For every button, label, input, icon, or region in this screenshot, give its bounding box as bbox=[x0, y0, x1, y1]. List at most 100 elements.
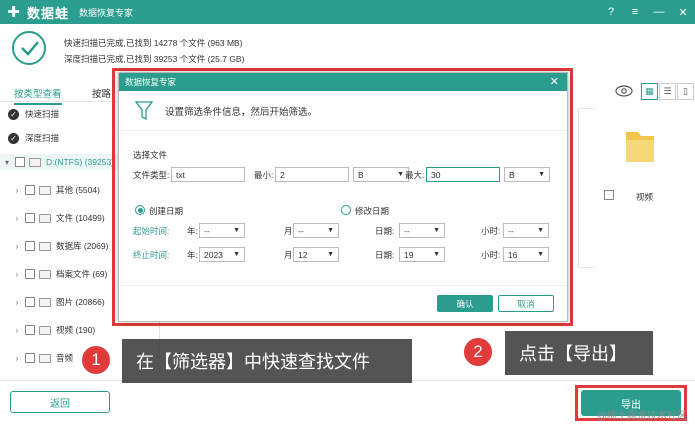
chevron-down-icon[interactable]: ▾ bbox=[2, 158, 12, 167]
min-size-input[interactable]: 2 bbox=[275, 167, 349, 182]
start-day-select[interactable]: -- ▼ bbox=[399, 223, 445, 238]
step-badge: 1 bbox=[80, 344, 112, 376]
deep-scan-status: 深度扫描已完成,已找到 39253 个文件 (25.7 GB) bbox=[64, 54, 245, 64]
title-bar: ✚ 数据蛙 数据恢复专家 ? ≡ — ✕ bbox=[0, 0, 695, 24]
drive-icon bbox=[29, 157, 41, 167]
tab-by-path[interactable]: 按路 bbox=[92, 86, 111, 100]
file-type-input[interactable]: txt bbox=[171, 167, 245, 182]
item-checkbox[interactable] bbox=[25, 297, 35, 307]
chevron-down-icon: ▼ bbox=[397, 171, 404, 178]
tree-item[interactable]: › 音频 bbox=[12, 352, 73, 364]
start-day-value: -- bbox=[404, 225, 410, 236]
tree-label: 深度扫描 bbox=[25, 133, 60, 143]
view-mode-buttons: ▦ ☰ ▯ bbox=[615, 80, 695, 102]
app-title: 数据恢复专家 bbox=[79, 7, 134, 18]
detail-view-icon[interactable]: ▯ bbox=[677, 82, 694, 100]
start-month-select[interactable]: -- ▼ bbox=[293, 223, 339, 238]
cancel-button[interactable]: 取消 bbox=[498, 295, 554, 312]
item-checkbox[interactable] bbox=[25, 241, 35, 251]
start-year-select[interactable]: -- ▼ bbox=[199, 223, 245, 238]
callout-text: 点击【导出】 bbox=[519, 344, 627, 364]
list-view-icon[interactable]: ☰ bbox=[659, 82, 676, 100]
tree-item[interactable]: › 其他 (5504) bbox=[12, 184, 100, 196]
tree-deep-scan[interactable]: ✓ 深度扫描 bbox=[8, 132, 59, 144]
scan-complete-icon bbox=[12, 31, 46, 65]
created-date-radio[interactable] bbox=[135, 205, 145, 215]
section-label: 选择文件 bbox=[133, 150, 168, 160]
confirm-button[interactable]: 确认 bbox=[437, 295, 493, 312]
eye-icon[interactable] bbox=[615, 85, 633, 97]
day-label: 日期: bbox=[375, 226, 395, 236]
chevron-right-icon[interactable]: › bbox=[12, 326, 22, 335]
dialog-title: 数据恢复专家 bbox=[125, 77, 177, 87]
tree-item[interactable]: › 数据库 (2069) bbox=[12, 240, 108, 252]
tree-item[interactable]: › 档案文件 (69) bbox=[12, 268, 107, 280]
audio-icon bbox=[39, 353, 51, 363]
year-label: 年: bbox=[187, 250, 198, 260]
dialog-header-text: 设置筛选条件信息，然后开始筛选。 bbox=[165, 106, 318, 118]
document-icon bbox=[39, 213, 51, 223]
check-icon: ✓ bbox=[8, 108, 19, 120]
tile-checkbox[interactable] bbox=[604, 190, 614, 200]
item-checkbox[interactable] bbox=[25, 213, 35, 223]
max-unit-select[interactable]: B ▼ bbox=[504, 167, 550, 182]
close-icon[interactable]: ✕ bbox=[550, 75, 559, 88]
max-unit-value: B bbox=[509, 169, 515, 180]
end-month-select[interactable]: 12 ▼ bbox=[293, 247, 339, 262]
tree-item[interactable]: › 视频 (190) bbox=[12, 324, 95, 336]
tree-item[interactable]: › 图片 (20866) bbox=[12, 296, 105, 308]
chevron-down-icon: ▼ bbox=[538, 171, 545, 178]
content-panel-edge bbox=[578, 108, 596, 268]
back-button[interactable]: 返回 bbox=[10, 391, 110, 413]
step-badge: 2 bbox=[462, 336, 494, 368]
dialog-divider bbox=[119, 285, 567, 286]
start-time-label: 起始时间: bbox=[133, 226, 170, 236]
chevron-down-icon: ▼ bbox=[433, 227, 440, 234]
end-year-select[interactable]: 2023 ▼ bbox=[199, 247, 245, 262]
max-size-input[interactable]: 30 bbox=[426, 167, 500, 182]
modified-date-radio[interactable] bbox=[341, 205, 351, 215]
chevron-right-icon[interactable]: › bbox=[12, 354, 22, 363]
help-icon[interactable]: ? bbox=[599, 0, 623, 24]
item-checkbox[interactable] bbox=[25, 185, 35, 195]
created-date-label: 创建日期 bbox=[149, 206, 184, 216]
start-hour-value: -- bbox=[508, 225, 514, 236]
tree-quick-scan[interactable]: ✓ 快速扫描 bbox=[8, 108, 59, 120]
image-icon bbox=[39, 297, 51, 307]
chevron-right-icon[interactable]: › bbox=[12, 270, 22, 279]
tree-label: 视频 (190) bbox=[56, 325, 96, 335]
chevron-down-icon: ▼ bbox=[327, 251, 334, 258]
tree-label: 档案文件 (69) bbox=[56, 269, 108, 279]
chevron-right-icon[interactable]: › bbox=[12, 242, 22, 251]
minimize-icon[interactable]: — bbox=[647, 0, 671, 24]
quick-scan-status: 快速扫描已完成,已找到 14278 个文件 (963 MB) bbox=[64, 38, 243, 48]
item-checkbox[interactable] bbox=[25, 325, 35, 335]
menu-icon[interactable]: ≡ bbox=[623, 0, 647, 24]
tree-item[interactable]: › 文件 (10499) bbox=[12, 212, 105, 224]
chevron-right-icon[interactable]: › bbox=[12, 186, 22, 195]
tree-label: D:(NTFS) (39253) bbox=[46, 157, 115, 167]
tree-label: 快速扫描 bbox=[25, 109, 60, 119]
chevron-right-icon[interactable]: › bbox=[12, 298, 22, 307]
app-logo: ✚ 数据蛙 bbox=[6, 3, 69, 22]
item-checkbox[interactable] bbox=[25, 353, 35, 363]
tree-label: 图片 (20866) bbox=[56, 297, 105, 307]
start-year-value: -- bbox=[204, 225, 210, 236]
end-hour-select[interactable]: 16 ▼ bbox=[503, 247, 549, 262]
watermark: @稀土掘金技术社区 bbox=[596, 411, 687, 422]
callout-export: 点击【导出】 bbox=[505, 331, 653, 375]
drive-checkbox[interactable] bbox=[15, 157, 25, 167]
min-unit-select[interactable]: B ▼ bbox=[353, 167, 409, 182]
end-day-select[interactable]: 19 ▼ bbox=[399, 247, 445, 262]
min-unit-value: B bbox=[358, 169, 364, 180]
start-hour-select[interactable]: -- ▼ bbox=[503, 223, 549, 238]
end-year-value: 2023 bbox=[204, 249, 223, 260]
hour-label: 小时: bbox=[481, 226, 501, 236]
tree-label: 文件 (10499) bbox=[56, 213, 105, 223]
chevron-right-icon[interactable]: › bbox=[12, 214, 22, 223]
item-checkbox[interactable] bbox=[25, 269, 35, 279]
logo-text: 数据蛙 bbox=[27, 5, 70, 21]
check-icon: ✓ bbox=[8, 132, 19, 144]
grid-view-icon[interactable]: ▦ bbox=[641, 82, 658, 100]
close-icon[interactable]: ✕ bbox=[671, 0, 695, 24]
